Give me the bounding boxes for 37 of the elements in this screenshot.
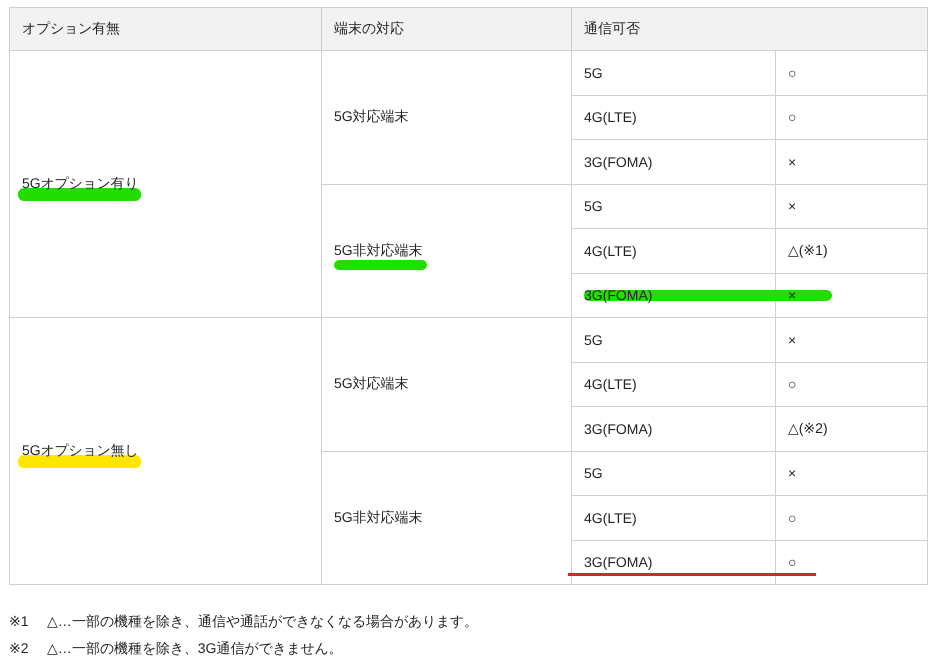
availability-cell: × xyxy=(788,332,796,348)
availability-cell: ○ xyxy=(788,510,796,526)
network-cell: 3G(FOMA) xyxy=(584,154,652,170)
availability-cell: × xyxy=(788,287,796,304)
footnote-text: △…一部の機種を除き、3G通信ができません。 xyxy=(47,640,342,658)
device-cell: 5G非対応端末 xyxy=(334,508,423,525)
device-cell: 5G非対応端末 xyxy=(334,242,423,258)
network-cell: 3G(FOMA) xyxy=(584,554,652,570)
availability-cell: × xyxy=(788,465,796,482)
device-cell: 5G対応端末 xyxy=(334,375,409,392)
column-header: 端末の対応 xyxy=(334,20,404,36)
footnote-text: △…一部の機種を除き、通信や通話ができなくなる場合があります。 xyxy=(47,613,478,631)
network-cell: 4G(LTE) xyxy=(584,109,637,126)
network-cell: 5G xyxy=(584,64,603,81)
footnote-mark: ※1 xyxy=(9,613,30,631)
availability-cell: × xyxy=(788,154,796,170)
network-cell: 4G(LTE) xyxy=(584,242,637,259)
device-cell: 5G対応端末 xyxy=(334,108,409,124)
column-header: 通信可否 xyxy=(584,20,640,36)
network-cell: 5G xyxy=(584,332,603,348)
network-cell: 3G(FOMA) xyxy=(584,287,652,304)
option-cell: 5Gオプション無し xyxy=(22,442,139,458)
network-cell: 5G xyxy=(584,465,603,482)
option-cell: 5Gオプション有り xyxy=(22,175,139,191)
availability-cell: △(※2) xyxy=(788,420,828,436)
column-header: オプション有無 xyxy=(22,20,120,36)
network-cell: 5G xyxy=(584,198,603,214)
network-cell: 3G(FOMA) xyxy=(584,420,652,437)
availability-cell: △(※1) xyxy=(788,242,828,258)
availability-cell: ○ xyxy=(788,554,796,570)
availability-cell: ○ xyxy=(788,64,796,81)
availability-cell: ○ xyxy=(788,109,796,126)
network-cell: 4G(LTE) xyxy=(584,376,637,392)
availability-cell: ○ xyxy=(788,376,796,392)
network-cell: 4G(LTE) xyxy=(584,510,637,526)
availability-cell: × xyxy=(788,198,796,214)
footnote-mark: ※2 xyxy=(9,640,30,658)
